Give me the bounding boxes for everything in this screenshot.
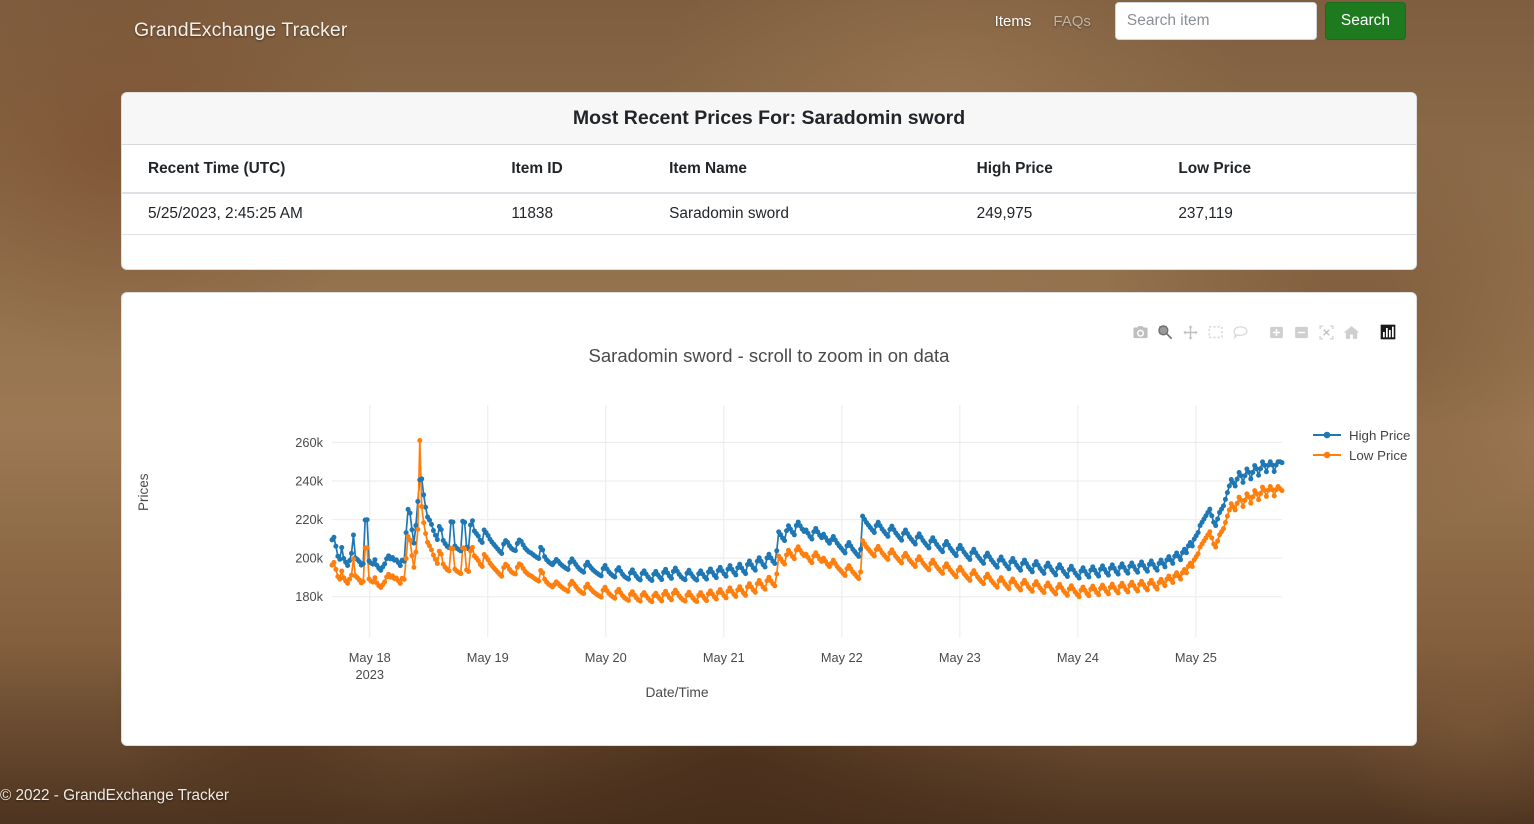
search-input[interactable]: [1114, 2, 1317, 40]
top-navbar: GrandExchange Tracker Items FAQs Search: [0, 0, 1534, 45]
legend-label-high-price: High Price: [1349, 427, 1411, 443]
table-head: Recent Time (UTC) Item ID Item Name High…: [122, 145, 1416, 194]
chart-plot-svg[interactable]: 180k 200k 220k 240k 260k May 18 2023 May 19 May …: [122, 293, 1417, 746]
table-row: 5/25/2023, 2:45:25 AM 11838 Saradomin sw…: [122, 193, 1416, 235]
svg-text:May 24: May 24: [1057, 650, 1099, 665]
table-header-row: Recent Time (UTC) Item ID Item Name High…: [122, 145, 1416, 194]
svg-text:May 19: May 19: [467, 650, 509, 665]
page-footer: [0, 780, 1534, 824]
svg-text:260k: 260k: [295, 435, 323, 450]
cell-item-name: Saradomin sword: [669, 193, 977, 235]
legend-item-low-price[interactable]: Low Price: [1312, 445, 1410, 465]
cell-low-price: 237,119: [1178, 193, 1416, 235]
recent-prices-card-header: Most Recent Prices For: Saradomin sword: [122, 93, 1416, 145]
svg-text:220k: 220k: [295, 512, 323, 527]
svg-text:May 22: May 22: [821, 650, 863, 665]
nav-link-items[interactable]: Items: [984, 5, 1043, 38]
cell-high-price: 249,975: [976, 193, 1179, 235]
column-header-low-price: Low Price: [1178, 145, 1416, 194]
svg-text:240k: 240k: [295, 474, 323, 489]
footer-copyright: © 2022 - GrandExchange Tracker: [0, 787, 229, 804]
legend-item-high-price[interactable]: High Price: [1312, 425, 1410, 445]
price-chart-card: Saradomin sword - scroll to zoom in on d…: [121, 292, 1417, 746]
svg-text:May 20: May 20: [585, 650, 627, 665]
column-header-recent-time: Recent Time (UTC): [122, 145, 512, 194]
recent-prices-table: Recent Time (UTC) Item ID Item Name High…: [122, 145, 1416, 235]
svg-text:180k: 180k: [295, 589, 323, 604]
column-header-item-id: Item ID: [511, 145, 670, 194]
svg-text:200k: 200k: [295, 551, 323, 566]
column-header-high-price: High Price: [976, 145, 1179, 194]
page-title: Most Recent Prices For: Saradomin sword: [572, 107, 966, 129]
brand-logo-link[interactable]: GrandExchange Tracker: [134, 19, 347, 42]
nav-link-faqs[interactable]: FAQs: [1042, 5, 1102, 38]
cell-item-id: 11838: [511, 193, 670, 235]
recent-prices-card: Most Recent Prices For: Saradomin sword …: [121, 92, 1417, 270]
svg-text:May 18: May 18: [349, 650, 391, 665]
svg-text:May 21: May 21: [703, 650, 745, 665]
search-button[interactable]: Search: [1324, 2, 1406, 40]
svg-text:May 25: May 25: [1175, 650, 1217, 665]
svg-text:May 23: May 23: [939, 650, 981, 665]
column-header-item-name: Item Name: [669, 145, 977, 194]
cell-recent-time: 5/25/2023, 2:45:25 AM: [122, 193, 512, 235]
nav-right-group: Items FAQs Search: [984, 2, 1406, 40]
price-chart[interactable]: Saradomin sword - scroll to zoom in on d…: [122, 293, 1416, 745]
legend-swatch-low-price: [1313, 451, 1341, 459]
table-body: 5/25/2023, 2:45:25 AM 11838 Saradomin sw…: [122, 193, 1416, 235]
svg-text:2023: 2023: [356, 667, 384, 682]
legend-label-low-price: Low Price: [1349, 447, 1408, 463]
legend-swatch-high-price: [1313, 431, 1341, 439]
chart-legend: High Price Low Price: [1312, 425, 1410, 465]
